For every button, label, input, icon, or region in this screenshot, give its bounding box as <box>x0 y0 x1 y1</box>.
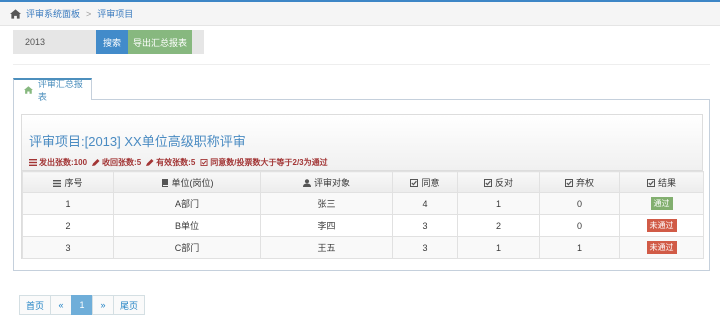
report-box: 评审项目:[2013] XX单位高级职称评审 发出张数: 100 收回张数: 5… <box>21 114 704 259</box>
breadcrumb-current[interactable]: 评审项目 <box>97 7 133 20</box>
cell-abstain: 1 <box>539 236 620 259</box>
year-search-input[interactable] <box>13 30 95 54</box>
table-row: 1 A部门 张三 4 1 0 通过 <box>22 192 704 215</box>
list-icon <box>29 159 37 166</box>
breadcrumb: 评审系统面板 > 评审项目 <box>0 2 720 26</box>
cell-oppose: 1 <box>457 236 540 259</box>
table-row: 2 B单位 李四 3 2 0 未通过 <box>22 214 704 237</box>
cell-agree: 3 <box>392 214 458 237</box>
valid-value: 5 <box>190 158 196 167</box>
cell-target: 王五 <box>260 236 393 259</box>
header-agree: 同意 <box>392 171 458 193</box>
header-oppose: 反对 <box>457 171 540 193</box>
tab-panel: 评审项目:[2013] XX单位高级职称评审 发出张数: 100 收回张数: 5… <box>13 99 710 271</box>
cell-result: 未通过 <box>619 214 704 237</box>
cell-abstain: 0 <box>539 214 620 237</box>
check-square-icon <box>564 178 573 187</box>
valid-label: 有效张数: <box>156 158 191 167</box>
tab-label: 评审汇总报表 <box>37 79 83 102</box>
cell-abstain: 0 <box>539 192 620 215</box>
search-toolbar: 搜索 导出汇总报表 <box>13 30 204 54</box>
page-current-button[interactable]: 1 <box>71 295 93 315</box>
header-no: 序号 <box>22 171 114 193</box>
tab-summary-report[interactable]: 评审汇总报表 <box>13 78 92 102</box>
header-target: 评审对象 <box>260 171 393 193</box>
cell-unit: C部门 <box>113 236 261 259</box>
list-icon <box>53 179 62 187</box>
header-result-label: 结果 <box>657 177 676 188</box>
header-result: 结果 <box>619 171 704 193</box>
issued-value: 100 <box>73 158 88 167</box>
breadcrumb-home-link[interactable]: 评审系统面板 <box>26 7 80 20</box>
header-unit-label: 单位(岗位) <box>171 177 214 188</box>
cell-agree: 3 <box>392 236 458 259</box>
breadcrumb-separator: > <box>86 8 92 19</box>
page-first-button[interactable]: 首页 <box>19 295 51 315</box>
results-table: 序号 单位(岗位) 评审对象 同意 反对 弃权 结果 1 A部门 张三 4 1 … <box>22 171 704 259</box>
table-header-row: 序号 单位(岗位) 评审对象 同意 反对 弃权 结果 <box>22 171 704 193</box>
report-stats: 发出张数: 100 收回张数: 5 有效张数: 5 同意数/投票数大于等于2/3… <box>29 157 702 168</box>
cell-oppose: 1 <box>457 192 540 215</box>
page-next-button[interactable]: » <box>92 295 114 315</box>
page-prev-button[interactable]: « <box>50 295 72 315</box>
pass-rule: 同意数/投票数大于等于2/3为通过 <box>210 158 328 167</box>
home-icon[interactable] <box>10 8 21 19</box>
cell-no: 2 <box>22 214 114 237</box>
check-square-icon <box>410 178 419 187</box>
cell-oppose: 2 <box>457 214 540 237</box>
returned-label: 收回张数: <box>102 158 137 167</box>
pencil-icon <box>92 159 100 166</box>
returned-value: 5 <box>136 158 142 167</box>
status-badge: 未通过 <box>646 241 677 254</box>
toolbar-padding <box>192 30 204 54</box>
header-unit: 单位(岗位) <box>113 171 261 193</box>
page-last-button[interactable]: 尾页 <box>113 295 145 315</box>
header-target-label: 评审对象 <box>313 177 350 188</box>
header-abstain: 弃权 <box>539 171 620 193</box>
cell-agree: 4 <box>392 192 458 215</box>
issued-label: 发出张数: <box>39 158 74 167</box>
cell-target: 李四 <box>260 214 393 237</box>
search-button[interactable]: 搜索 <box>96 30 128 54</box>
check-square-icon <box>200 159 208 166</box>
header-no-label: 序号 <box>64 177 83 188</box>
cell-unit: A部门 <box>113 192 261 215</box>
cell-target: 张三 <box>260 192 393 215</box>
pagination: 首页 « 1 » 尾页 <box>19 295 145 315</box>
check-square-icon <box>483 178 492 187</box>
header-abstain-label: 弃权 <box>575 177 594 188</box>
cell-no: 3 <box>22 236 114 259</box>
user-icon <box>302 178 311 187</box>
export-report-button[interactable]: 导出汇总报表 <box>128 30 192 54</box>
table-row: 3 C部门 王五 3 1 1 未通过 <box>22 236 704 259</box>
cell-result: 未通过 <box>619 236 704 259</box>
status-badge: 未通过 <box>646 219 677 232</box>
report-header: 评审项目:[2013] XX单位高级职称评审 发出张数: 100 收回张数: 5… <box>22 115 702 171</box>
header-oppose-label: 反对 <box>494 177 513 188</box>
divider <box>13 64 710 65</box>
pencil-icon <box>146 159 154 166</box>
check-square-icon <box>646 178 655 187</box>
book-icon <box>161 178 168 187</box>
cell-no: 1 <box>22 192 114 215</box>
cell-unit: B单位 <box>113 214 261 237</box>
report-title: 评审项目:[2013] XX单位高级职称评审 <box>29 134 246 149</box>
home-icon <box>24 86 33 94</box>
header-agree-label: 同意 <box>421 177 440 188</box>
status-badge: 通过 <box>650 197 673 210</box>
cell-result: 通过 <box>619 192 704 215</box>
